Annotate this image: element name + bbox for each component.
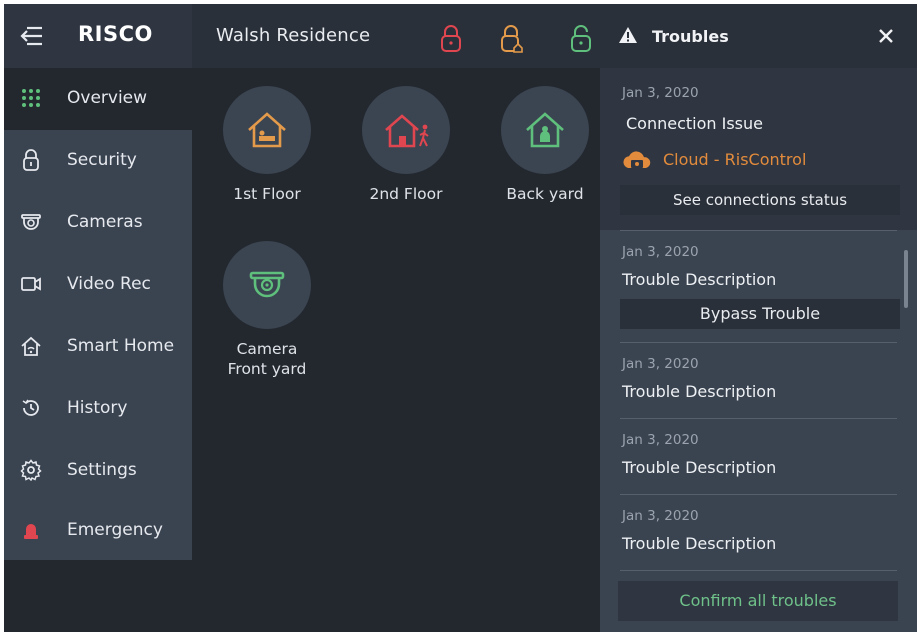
trouble-date: Jan 3, 2020 (622, 432, 699, 448)
tile-circle (362, 86, 450, 174)
trouble-date: Jan 3, 2020 (622, 244, 699, 260)
tile-label-line-1: Camera (236, 340, 298, 358)
top-bar: RISCO Walsh Residence (4, 4, 600, 68)
tile-label: Camera Front yard (201, 339, 333, 379)
smart-home-icon (21, 336, 41, 356)
divider (620, 570, 897, 571)
grid-icon (22, 89, 40, 107)
warning-icon (619, 27, 637, 43)
tile-camera-front-yard[interactable]: Camera Front yard (201, 241, 331, 401)
tile-circle (223, 86, 311, 174)
tile-circle (223, 241, 311, 329)
back-menu-button[interactable] (18, 24, 44, 48)
troubles-header: Troubles (600, 4, 917, 68)
lock-icon (23, 149, 39, 171)
trouble-source: Cloud - RisControl (663, 150, 807, 169)
close-button[interactable] (876, 26, 896, 46)
risco-logo: RISCO (78, 22, 153, 46)
trouble-title: Trouble Description (622, 270, 777, 289)
tile-label: 2nd Floor (369, 185, 443, 203)
sidebar-item-label: History (67, 398, 128, 418)
divider (620, 494, 897, 495)
lock-closed-icon (441, 25, 461, 52)
sidebar-item-smart-home[interactable]: Smart Home (4, 316, 192, 378)
bypass-trouble-button[interactable]: Bypass Trouble (620, 299, 900, 329)
sidebar-item-cameras[interactable]: Cameras (4, 192, 192, 254)
logo-cell: RISCO (4, 4, 192, 68)
cloud-icon (623, 151, 651, 168)
tile-1st-floor[interactable]: 1st Floor (201, 86, 331, 236)
site-title: Walsh Residence (216, 25, 371, 46)
see-connections-button[interactable]: See connections status (620, 185, 900, 215)
house-walker-icon (385, 114, 429, 148)
trouble-date: Jan 3, 2020 (622, 508, 699, 524)
divider (620, 230, 897, 231)
sidebar-item-label: Cameras (67, 212, 143, 232)
app-window: RISCO Walsh Residence Overview Security … (4, 4, 917, 632)
sidebar-item-label: Overview (67, 88, 148, 108)
sidebar-item-label: Security (67, 150, 137, 170)
sidebar-item-label: Settings (67, 460, 137, 480)
house-bed-icon (248, 112, 286, 148)
camera-icon (21, 214, 41, 230)
sidebar-nav: Overview Security Cameras Video Rec Smar… (4, 68, 192, 560)
scrollbar[interactable] (904, 250, 908, 308)
troubles-title: Troubles (652, 27, 729, 46)
sidebar-item-security[interactable]: Security (4, 130, 192, 192)
trouble-date: Jan 3, 2020 (622, 356, 699, 372)
sidebar-item-label: Smart Home (67, 336, 175, 356)
siren-icon (24, 524, 38, 539)
divider (620, 342, 897, 343)
tile-circle (501, 86, 589, 174)
sidebar-item-overview[interactable]: Overview (4, 68, 192, 130)
tile-2nd-floor[interactable]: 2nd Floor (340, 86, 470, 236)
sidebar-item-video-rec[interactable]: Video Rec (4, 254, 192, 316)
trouble-date: Jan 3, 2020 (622, 85, 699, 101)
lock-open-icon (571, 25, 591, 52)
trouble-title: Trouble Description (622, 534, 777, 553)
divider (620, 418, 897, 419)
lock-home-icon (501, 25, 523, 53)
tile-back-yard[interactable]: Back yard (479, 86, 609, 236)
sidebar-item-history[interactable]: History (4, 378, 192, 440)
trouble-title: Connection Issue (626, 114, 763, 133)
tile-label-line-2: Front yard (227, 360, 307, 378)
gear-icon (20, 459, 42, 481)
sidebar-item-settings[interactable]: Settings (4, 440, 192, 502)
troubles-panel: Troubles Jan 3, 2020 Connection Issue Cl… (600, 4, 917, 632)
sidebar-item-emergency[interactable]: Emergency (4, 500, 192, 562)
back-arrow-icon (20, 26, 42, 46)
trouble-item: Jan 3, 2020 Connection Issue Cloud - Ris… (600, 68, 917, 230)
disarmed-lock-button[interactable] (570, 24, 592, 54)
tile-label: 1st Floor (233, 185, 301, 203)
sidebar-item-label: Video Rec (67, 274, 151, 294)
trouble-title: Trouble Description (622, 458, 777, 477)
history-icon (22, 399, 39, 416)
tile-label: Back yard (506, 185, 584, 203)
armed-lock-button[interactable] (440, 24, 462, 54)
trouble-title: Trouble Description (622, 382, 777, 401)
confirm-all-troubles-button[interactable]: Confirm all troubles (618, 581, 898, 621)
partial-lock-button[interactable] (500, 24, 523, 54)
close-icon (879, 29, 893, 43)
sidebar-item-label: Emergency (67, 520, 163, 540)
video-icon (21, 277, 41, 291)
camera-icon (249, 271, 285, 298)
house-person-icon (526, 112, 564, 148)
